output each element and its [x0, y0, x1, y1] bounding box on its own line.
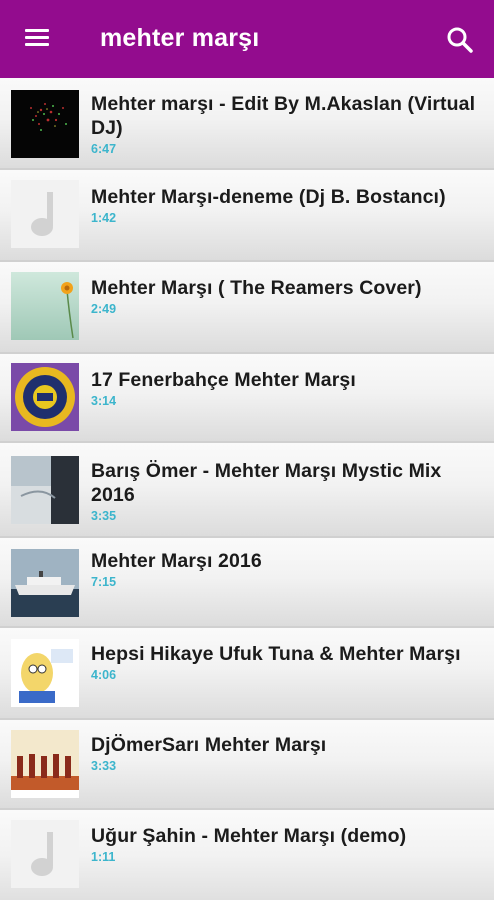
song-duration: 3:14: [91, 394, 117, 408]
song-title: Mehter Marşı 2016: [91, 550, 262, 572]
song-title: Uğur Şahin - Mehter Marşı (demo): [91, 825, 407, 847]
list-item[interactable]: Uğur Şahin - Mehter Marşı (demo) 1:11: [0, 810, 494, 900]
music-note-icon: [11, 180, 79, 248]
song-title: Mehter Marşı-deneme (Dj B. Bostancı): [91, 186, 446, 208]
song-title: 17 Fenerbahçe Mehter Marşı: [91, 369, 356, 391]
list-item[interactable]: DjÖmerSarı Mehter Marşı 3:33: [0, 720, 494, 810]
song-duration: 2:49: [91, 302, 117, 316]
cartoon-art-thumbnail: [11, 639, 79, 707]
page-title: mehter marşı: [100, 24, 260, 52]
music-note-icon: [11, 820, 79, 888]
list-item[interactable]: Mehter Marşı 2016 7:15: [0, 538, 494, 628]
song-duration: 6:47: [91, 142, 117, 156]
album-cover-art-thumbnail: [11, 456, 79, 524]
song-title: Mehter marşı - Edit By M.Akaslan (Virtua…: [91, 93, 476, 139]
song-duration: 4:06: [91, 668, 117, 682]
list-item[interactable]: Mehter marşı - Edit By M.Akaslan (Virtua…: [0, 78, 494, 170]
song-duration: 3:35: [91, 509, 117, 523]
flower-art-thumbnail: [11, 272, 79, 340]
list-item[interactable]: Hepsi Hikaye Ufuk Tuna & Mehter Marşı 4:…: [0, 628, 494, 720]
song-title: Barış Ömer - Mehter Marşı Mystic Mix 201…: [91, 460, 442, 506]
list-item[interactable]: Mehter Marşı-deneme (Dj B. Bostancı) 1:4…: [0, 170, 494, 262]
list-item[interactable]: 17 Fenerbahçe Mehter Marşı 3:14: [0, 354, 494, 443]
song-duration: 1:11: [91, 850, 116, 864]
song-duration: 1:42: [91, 211, 117, 225]
song-duration: 3:33: [91, 759, 117, 773]
song-title: DjÖmerSarı Mehter Marşı: [91, 734, 327, 756]
search-icon[interactable]: [444, 24, 476, 56]
ship-sea-art-thumbnail: [11, 549, 79, 617]
hamburger-menu-icon[interactable]: [22, 25, 56, 53]
song-list: Mehter marşı - Edit By M.Akaslan (Virtua…: [0, 78, 494, 900]
emblem-art-thumbnail: [11, 363, 79, 431]
fireworks-art-thumbnail: [11, 90, 79, 158]
app-bar: mehter marşı: [0, 0, 494, 78]
song-duration: 7:15: [91, 575, 117, 589]
list-item[interactable]: Mehter Marşı ( The Reamers Cover) 2:49: [0, 262, 494, 354]
list-item[interactable]: Barış Ömer - Mehter Marşı Mystic Mix 201…: [0, 443, 494, 538]
song-title: Hepsi Hikaye Ufuk Tuna & Mehter Marşı: [91, 643, 461, 665]
mehter-band-art-thumbnail: [11, 730, 79, 798]
song-title: Mehter Marşı ( The Reamers Cover): [91, 277, 422, 299]
